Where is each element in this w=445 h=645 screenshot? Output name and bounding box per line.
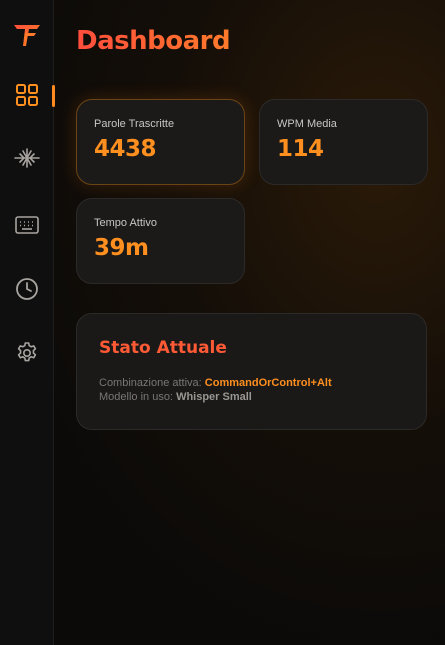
combo-value: CommandOrControl+Alt	[204, 377, 332, 389]
clock-icon	[15, 277, 39, 301]
stat-value: 4438	[94, 136, 157, 162]
stat-card-words: Parole Trascritte 4438	[76, 99, 245, 185]
status-model-line: Modello in uso: Whisper Small	[99, 390, 404, 404]
combo-label: Combinazione attiva:	[99, 377, 202, 389]
sidebar-item-transcription[interactable]	[0, 138, 54, 178]
stat-label: Parole Trascritte	[94, 118, 175, 130]
model-label: Modello in uso:	[99, 391, 173, 403]
stat-card-wpm: WPM Media 114	[259, 99, 428, 185]
status-combo-line: Combinazione attiva: CommandOrControl+Al…	[99, 376, 404, 390]
sidebar-item-shortcuts[interactable]	[0, 205, 54, 245]
sidebar	[0, 0, 55, 645]
status-card: Stato Attuale Combinazione attiva: Comma…	[76, 313, 427, 430]
stat-value: 39m	[94, 235, 149, 261]
signal-cross-icon	[14, 146, 40, 170]
main-content: Dashboard Parole Trascritte 4438 WPM Med…	[54, 0, 445, 645]
stat-value: 114	[277, 136, 324, 162]
model-value: Whisper Small	[176, 391, 252, 403]
app-logo-icon	[12, 20, 42, 50]
sidebar-item-history[interactable]	[0, 269, 54, 309]
grid-icon	[15, 83, 39, 107]
gear-icon	[15, 341, 39, 365]
sidebar-item-settings[interactable]	[0, 333, 54, 373]
stat-card-active-time: Tempo Attivo 39m	[76, 198, 245, 284]
sidebar-item-dashboard[interactable]	[0, 75, 55, 115]
stat-label: WPM Media	[277, 118, 337, 130]
app-window: Dashboard Parole Trascritte 4438 WPM Med…	[0, 0, 445, 645]
keyboard-icon	[15, 215, 39, 235]
page-title: Dashboard	[76, 26, 231, 56]
status-title: Stato Attuale	[99, 338, 227, 358]
stat-label: Tempo Attivo	[94, 217, 157, 229]
